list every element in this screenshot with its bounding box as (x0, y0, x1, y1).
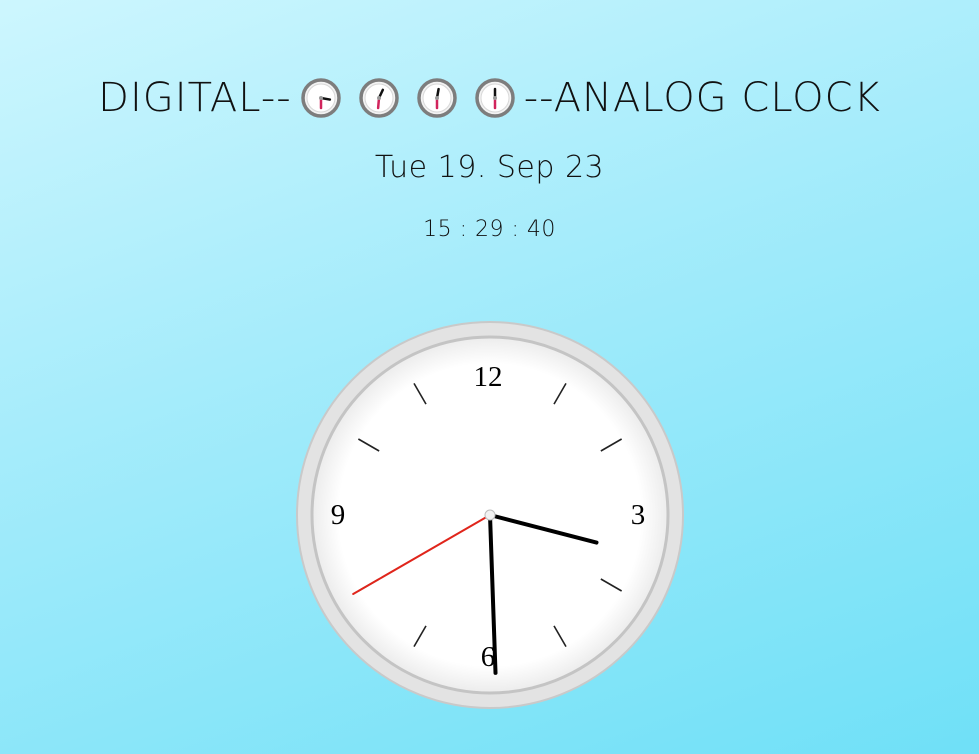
clock-icon (300, 78, 341, 118)
title-left-text: DIGITAL-- (98, 75, 292, 121)
numeral-3: 3 (631, 499, 646, 531)
clock-icon (358, 78, 399, 118)
analog-clock-svg: 12 3 6 9 (296, 321, 684, 709)
mini-clock-3-svg (416, 78, 457, 118)
mini-clock-2-svg (358, 78, 399, 118)
mini-clock-1-svg (300, 78, 341, 118)
clock-icon (416, 78, 457, 118)
mini-clock-4-svg (474, 78, 515, 118)
page-title: DIGITAL-- --ANALOG CLOCK (0, 72, 979, 124)
analog-clock: 12 3 6 9 (295, 320, 685, 710)
clock-center-pin (484, 509, 496, 521)
clock-icon (474, 78, 515, 118)
title-right-text: --ANALOG CLOCK (523, 75, 881, 121)
date-display: Tue 19. Sep 23 (374, 150, 605, 185)
numeral-12: 12 (474, 361, 503, 393)
numeral-9: 9 (331, 499, 346, 531)
digital-time-display: 15 : 29 : 40 (423, 217, 556, 242)
